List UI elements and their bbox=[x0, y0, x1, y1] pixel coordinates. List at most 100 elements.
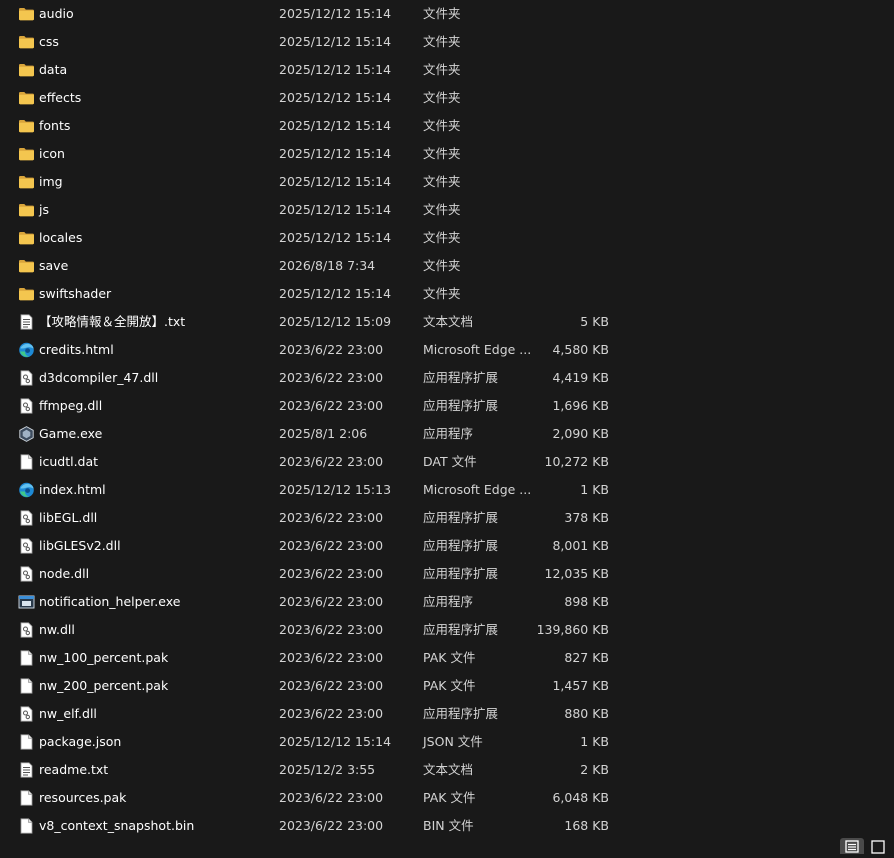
file-row[interactable]: libEGL.dll 2023/6/22 23:00 应用程序扩展 378 KB bbox=[0, 504, 894, 532]
file-row[interactable]: effects 2025/12/12 15:14 文件夹 bbox=[0, 84, 894, 112]
file-date-modified: 2025/12/12 15:09 bbox=[279, 314, 392, 329]
file-type: 应用程序扩展 bbox=[423, 538, 499, 553]
edge-browser-icon bbox=[18, 342, 35, 358]
file-name: data bbox=[39, 62, 68, 77]
file-row[interactable]: nw_100_percent.pak 2023/6/22 23:00 PAK 文件 8… bbox=[0, 644, 894, 672]
large-icons-view-icon bbox=[871, 840, 885, 854]
file-row[interactable]: nw.dll 2023/6/22 23:00 应用程序扩展 139,860 KB bbox=[0, 616, 894, 644]
file-name: v8_context_snapshot.bin bbox=[39, 818, 195, 833]
file-name: d3dcompiler_47.dll bbox=[39, 370, 159, 385]
file-date-modified: 2025/8/1 2:06 bbox=[279, 426, 368, 441]
file-name: Game.exe bbox=[39, 426, 103, 441]
file-type: 文件夹 bbox=[423, 174, 461, 189]
file-row[interactable]: save 2026/8/18 7:34 文件夹 bbox=[0, 252, 894, 280]
file-type: 文件夹 bbox=[423, 34, 461, 49]
file-date-modified: 2023/6/22 23:00 bbox=[279, 370, 384, 385]
file-row[interactable]: libGLESv2.dll 2023/6/22 23:00 应用程序扩展 8,001 … bbox=[0, 532, 894, 560]
file-row[interactable]: icon 2025/12/12 15:14 文件夹 bbox=[0, 140, 894, 168]
file-row[interactable]: package.json 2025/12/12 15:14 JSON 文件 1 KB bbox=[0, 728, 894, 756]
file-name: save bbox=[39, 258, 69, 273]
file-row[interactable]: locales 2025/12/12 15:14 文件夹 bbox=[0, 224, 894, 252]
file-row[interactable]: readme.txt 2025/12/2 3:55 文本文档 2 KB bbox=[0, 756, 894, 784]
file-type: PAK 文件 bbox=[423, 678, 476, 693]
file-date-modified: 2025/12/12 15:14 bbox=[279, 286, 392, 301]
file-type: PAK 文件 bbox=[423, 650, 476, 665]
file-size: 2,090 KB bbox=[552, 426, 609, 441]
file-date-modified: 2023/6/22 23:00 bbox=[279, 790, 384, 805]
file-date-modified: 2026/8/18 7:34 bbox=[279, 258, 376, 273]
file-name: icudtl.dat bbox=[39, 454, 99, 469]
file-row[interactable]: fonts 2025/12/12 15:14 文件夹 bbox=[0, 112, 894, 140]
dll-file-icon bbox=[18, 622, 35, 638]
file-row[interactable]: nw_200_percent.pak 2023/6/22 23:00 PAK 文件 1… bbox=[0, 672, 894, 700]
file-name: node.dll bbox=[39, 566, 90, 581]
file-date-modified: 2023/6/22 23:00 bbox=[279, 454, 384, 469]
file-type: 应用程序 bbox=[423, 426, 474, 441]
file-date-modified: 2025/12/12 15:14 bbox=[279, 174, 392, 189]
file-row[interactable]: resources.pak 2023/6/22 23:00 PAK 文件 6,048 … bbox=[0, 784, 894, 812]
file-name: js bbox=[39, 202, 49, 217]
game-app-icon bbox=[18, 426, 35, 442]
file-name: readme.txt bbox=[39, 762, 109, 777]
file-type: 文本文档 bbox=[423, 314, 474, 329]
file-name: nw_100_percent.pak bbox=[39, 650, 169, 665]
file-size: 1 KB bbox=[580, 482, 609, 497]
file-row[interactable]: img 2025/12/12 15:14 文件夹 bbox=[0, 168, 894, 196]
file-type: JSON 文件 bbox=[423, 734, 483, 749]
file-row[interactable]: swiftshader 2025/12/12 15:14 文件夹 bbox=[0, 280, 894, 308]
blank-file-icon bbox=[18, 678, 35, 694]
file-name: img bbox=[39, 174, 63, 189]
file-name: css bbox=[39, 34, 59, 49]
file-date-modified: 2025/12/12 15:13 bbox=[279, 482, 392, 497]
file-size: 10,272 KB bbox=[544, 454, 609, 469]
file-row[interactable]: js 2025/12/12 15:14 文件夹 bbox=[0, 196, 894, 224]
file-name: notification_helper.exe bbox=[39, 594, 181, 609]
file-type: 文件夹 bbox=[423, 6, 461, 21]
file-date-modified: 2023/6/22 23:00 bbox=[279, 650, 384, 665]
file-date-modified: 2023/6/22 23:00 bbox=[279, 510, 384, 525]
file-size: 4,419 KB bbox=[552, 370, 609, 385]
file-row[interactable]: index.html 2025/12/12 15:13 Microsoft Edge… bbox=[0, 476, 894, 504]
file-name: credits.html bbox=[39, 342, 114, 357]
file-name: fonts bbox=[39, 118, 71, 133]
file-row[interactable]: credits.html 2023/6/22 23:00 Microsoft Edg… bbox=[0, 336, 894, 364]
file-type: 应用程序 bbox=[423, 594, 474, 609]
file-date-modified: 2025/12/12 15:14 bbox=[279, 62, 392, 77]
file-row[interactable]: node.dll 2023/6/22 23:00 应用程序扩展 12,035 KB bbox=[0, 560, 894, 588]
file-row[interactable]: data 2025/12/12 15:14 文件夹 bbox=[0, 56, 894, 84]
file-type: BIN 文件 bbox=[423, 818, 474, 833]
file-row[interactable]: v8_context_snapshot.bin 2023/6/22 23:00 BI… bbox=[0, 812, 894, 840]
file-row[interactable]: audio 2025/12/12 15:14 文件夹 bbox=[0, 0, 894, 28]
file-name: ffmpeg.dll bbox=[39, 398, 103, 413]
file-name: package.json bbox=[39, 734, 122, 749]
file-date-modified: 2023/6/22 23:00 bbox=[279, 594, 384, 609]
file-date-modified: 2023/6/22 23:00 bbox=[279, 818, 384, 833]
file-row[interactable]: ffmpeg.dll 2023/6/22 23:00 应用程序扩展 1,696 KB bbox=[0, 392, 894, 420]
file-row[interactable]: css 2025/12/12 15:14 文件夹 bbox=[0, 28, 894, 56]
file-row[interactable]: d3dcompiler_47.dll 2023/6/22 23:00 应用程序扩展 4… bbox=[0, 364, 894, 392]
file-size: 8,001 KB bbox=[552, 538, 609, 553]
file-type: PAK 文件 bbox=[423, 790, 476, 805]
file-row[interactable]: Game.exe 2025/8/1 2:06 应用程序 2,090 KB bbox=[0, 420, 894, 448]
file-name: nw_200_percent.pak bbox=[39, 678, 169, 693]
large-icons-view-button[interactable] bbox=[866, 838, 890, 854]
file-date-modified: 2025/12/12 15:14 bbox=[279, 34, 392, 49]
folder-icon bbox=[18, 90, 35, 106]
folder-icon bbox=[18, 202, 35, 218]
blank-file-icon bbox=[18, 650, 35, 666]
file-row[interactable]: notification_helper.exe 2023/6/22 23:00 应用… bbox=[0, 588, 894, 616]
file-date-modified: 2023/6/22 23:00 bbox=[279, 342, 384, 357]
file-row[interactable]: nw_elf.dll 2023/6/22 23:00 应用程序扩展 880 KB bbox=[0, 700, 894, 728]
file-size: 1,457 KB bbox=[552, 678, 609, 693]
file-type: 应用程序扩展 bbox=[423, 622, 499, 637]
file-date-modified: 2025/12/12 15:14 bbox=[279, 230, 392, 245]
file-date-modified: 2023/6/22 23:00 bbox=[279, 398, 384, 413]
file-row[interactable]: 【攻略情報＆全開放】.txt 2025/12/12 15:09 文本文档 5 KB bbox=[0, 308, 894, 336]
text-document-icon bbox=[18, 762, 35, 778]
blank-file-icon bbox=[18, 454, 35, 470]
file-row[interactable]: icudtl.dat 2023/6/22 23:00 DAT 文件 10,272 KB bbox=[0, 448, 894, 476]
details-view-button[interactable] bbox=[840, 838, 864, 854]
folder-icon bbox=[18, 118, 35, 134]
file-date-modified: 2023/6/22 23:00 bbox=[279, 566, 384, 581]
file-size: 378 KB bbox=[564, 510, 609, 525]
